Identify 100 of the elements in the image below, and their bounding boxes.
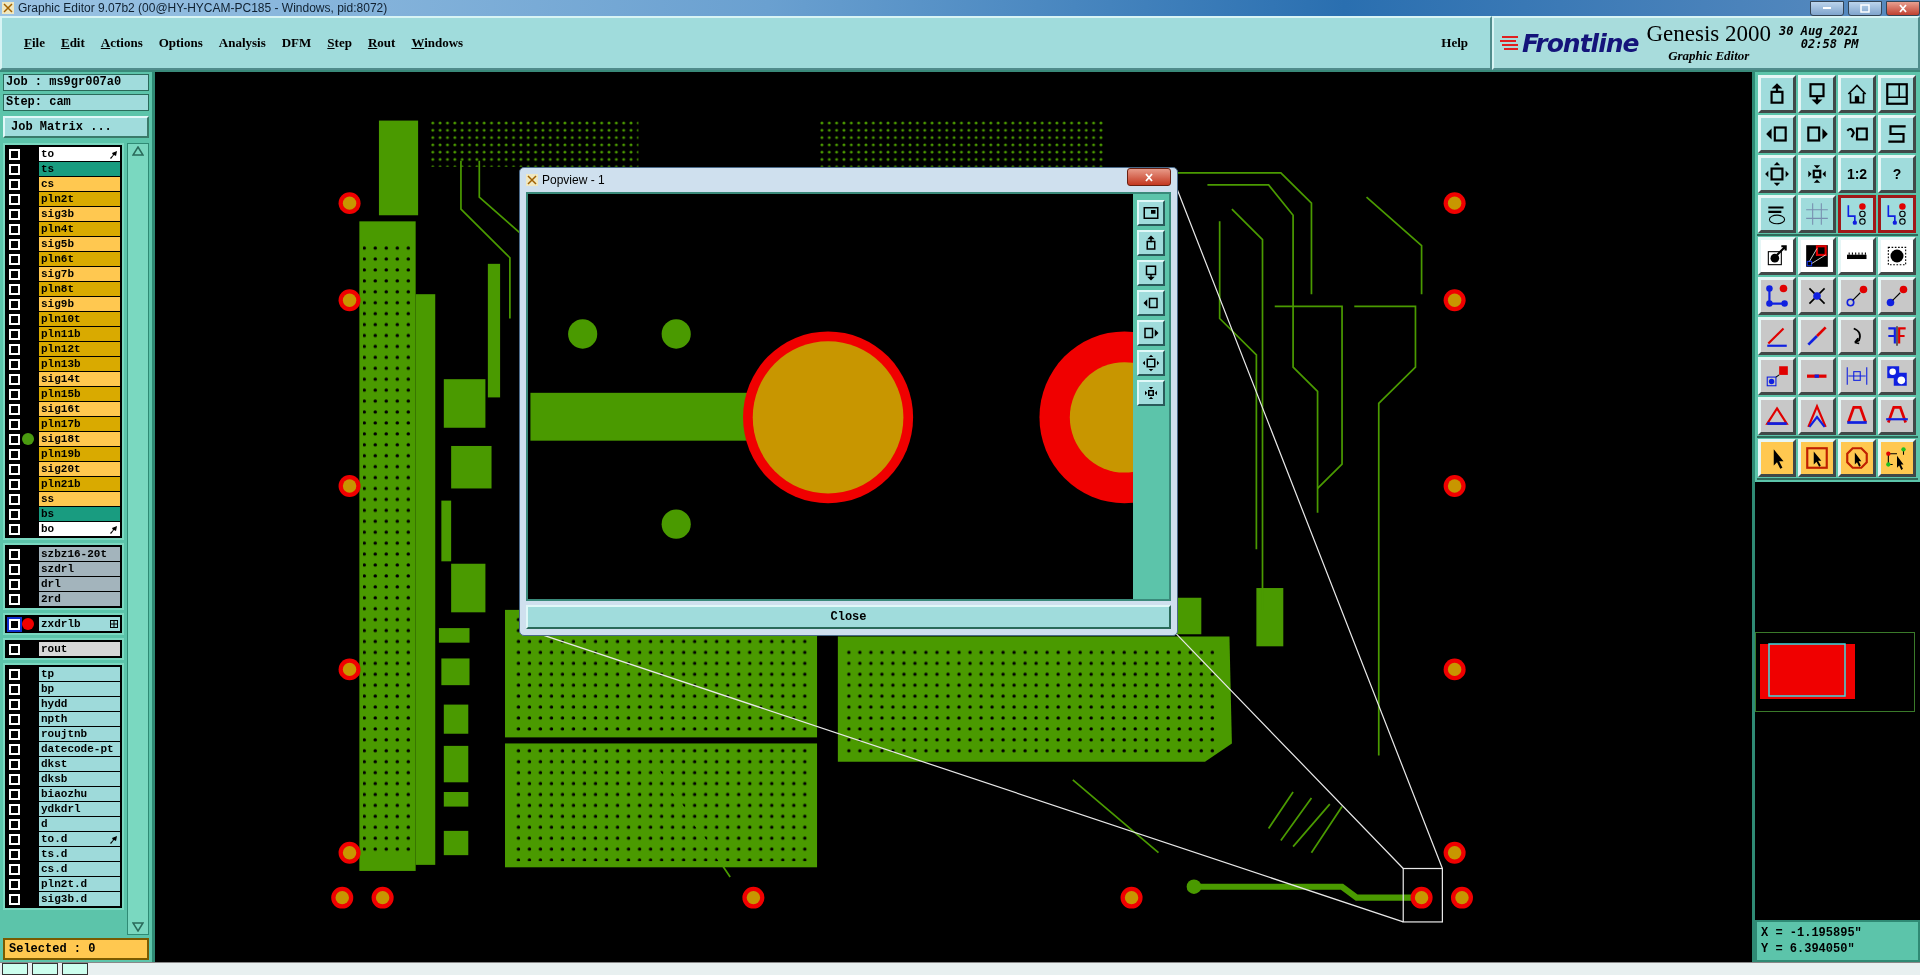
popview-tool-button[interactable]: [1137, 350, 1165, 376]
layer-checkbox[interactable]: [9, 238, 20, 250]
menu-item[interactable]: Options: [150, 31, 211, 55]
scrollbar[interactable]: [127, 143, 149, 935]
layer-checkbox[interactable]: [9, 223, 20, 235]
layer-name[interactable]: pln6t: [39, 252, 120, 266]
display-dot[interactable]: [22, 433, 34, 445]
layer-checkbox[interactable]: [9, 698, 20, 710]
layer-name[interactable]: pln10t: [39, 312, 120, 326]
layer-name[interactable]: 2rd: [39, 592, 120, 606]
layer-checkbox[interactable]: [9, 803, 20, 815]
layer-name[interactable]: pln12t: [39, 342, 120, 356]
layer-checkbox[interactable]: [9, 493, 20, 505]
layer-checkbox[interactable]: [9, 863, 20, 875]
job-matrix-button[interactable]: Job Matrix ...: [3, 116, 149, 138]
layer-name[interactable]: ydkdrl: [39, 802, 120, 816]
layer-checkbox[interactable]: [9, 548, 20, 560]
layer-name[interactable]: pln4t: [39, 222, 120, 236]
layer-checkbox[interactable]: [9, 388, 20, 400]
layer-name[interactable]: datecode-pt: [39, 742, 120, 756]
layer-checkbox[interactable]: [9, 283, 20, 295]
layer-name[interactable]: pln21b: [39, 477, 120, 491]
layer-name[interactable]: ts: [39, 162, 120, 176]
layer-name[interactable]: npth: [39, 712, 120, 726]
layer-checkbox[interactable]: [9, 833, 20, 845]
layer-name[interactable]: tp: [39, 667, 120, 681]
layer-name[interactable]: szdrl: [39, 562, 120, 576]
layer-name[interactable]: hydd: [39, 697, 120, 711]
menu-item[interactable]: Analysis: [210, 31, 274, 55]
layer-name[interactable]: dksb: [39, 772, 120, 786]
layer-checkbox[interactable]: [9, 403, 20, 415]
layer-name[interactable]: pln11b: [39, 327, 120, 341]
layer-checkbox[interactable]: [9, 433, 20, 445]
layer-checkbox[interactable]: [9, 193, 20, 205]
toolbar-button[interactable]: [1878, 195, 1916, 233]
help-menu-item[interactable]: Help: [1433, 31, 1476, 55]
layer-checkbox[interactable]: [9, 148, 20, 160]
layer-name[interactable]: pln19b: [39, 447, 120, 461]
popview-close-button[interactable]: Close: [526, 605, 1171, 629]
layer-checkbox[interactable]: [9, 448, 20, 460]
layer-checkbox[interactable]: [9, 743, 20, 755]
minimize-button[interactable]: [1810, 0, 1844, 16]
layer-checkbox[interactable]: [9, 178, 20, 190]
layer-checkbox[interactable]: [9, 788, 20, 800]
popview-tool-button[interactable]: [1137, 200, 1165, 226]
toolbar-button[interactable]: [1838, 195, 1876, 233]
layer-checkbox[interactable]: [9, 668, 20, 680]
menu-item[interactable]: File: [16, 31, 53, 55]
popview-tool-button[interactable]: [1137, 290, 1165, 316]
layer-name[interactable]: sig18t: [39, 432, 120, 446]
layer-name[interactable]: pln2t.d: [39, 877, 120, 891]
popview-tool-button[interactable]: [1137, 230, 1165, 256]
popview-tool-button[interactable]: [1137, 320, 1165, 346]
layer-checkbox[interactable]: [9, 163, 20, 175]
layer-name[interactable]: bo: [39, 522, 120, 536]
layer-checkbox[interactable]: [9, 418, 20, 430]
taskbar-button[interactable]: [62, 963, 88, 975]
menu-item[interactable]: Edit: [52, 31, 93, 55]
layer-checkbox[interactable]: [9, 893, 20, 905]
layer-name[interactable]: d: [39, 817, 120, 831]
layer-name[interactable]: sig16t: [39, 402, 120, 416]
menu-item[interactable]: Actions: [92, 31, 151, 55]
layer-checkbox[interactable]: [9, 343, 20, 355]
menu-item[interactable]: DFM: [273, 31, 320, 55]
layer-name[interactable]: szbz16-20t: [39, 547, 120, 561]
layer-name[interactable]: pln2t: [39, 192, 120, 206]
layer-checkbox[interactable]: [9, 878, 20, 890]
layer-checkbox[interactable]: [9, 683, 20, 695]
layer-name[interactable]: bp: [39, 682, 120, 696]
layer-name[interactable]: sig3b.d: [39, 892, 120, 906]
layer-checkbox[interactable]: [9, 773, 20, 785]
menu-item[interactable]: Windows: [403, 31, 472, 55]
layer-checkbox[interactable]: [9, 848, 20, 860]
layer-name[interactable]: ss: [39, 492, 120, 506]
toolbar-button[interactable]: 1:2: [1838, 155, 1876, 193]
layer-name[interactable]: cs.d: [39, 862, 120, 876]
layer-checkbox[interactable]: [9, 618, 20, 630]
layer-checkbox[interactable]: [9, 268, 20, 280]
layer-name[interactable]: rout: [39, 642, 120, 656]
layer-checkbox[interactable]: [9, 818, 20, 830]
layer-checkbox[interactable]: [9, 578, 20, 590]
layer-checkbox[interactable]: [9, 758, 20, 770]
layer-checkbox[interactable]: [9, 728, 20, 740]
layer-checkbox[interactable]: [9, 508, 20, 520]
menu-item[interactable]: Rout: [359, 31, 404, 55]
layer-name[interactable]: roujtnb: [39, 727, 120, 741]
layer-checkbox[interactable]: [9, 563, 20, 575]
close-button[interactable]: [1886, 0, 1920, 16]
layer-name[interactable]: drl: [39, 577, 120, 591]
taskbar-button[interactable]: [2, 963, 28, 975]
layer-name[interactable]: pln8t: [39, 282, 120, 296]
layer-checkbox[interactable]: [9, 643, 20, 655]
layer-checkbox[interactable]: [9, 328, 20, 340]
layer-checkbox[interactable]: [9, 208, 20, 220]
layer-checkbox[interactable]: [9, 253, 20, 265]
layer-name[interactable]: ts.d: [39, 847, 120, 861]
close-button[interactable]: [1127, 168, 1171, 186]
taskbar-button[interactable]: [32, 963, 58, 975]
layer-name[interactable]: sig5b: [39, 237, 120, 251]
layer-checkbox[interactable]: [9, 523, 20, 535]
